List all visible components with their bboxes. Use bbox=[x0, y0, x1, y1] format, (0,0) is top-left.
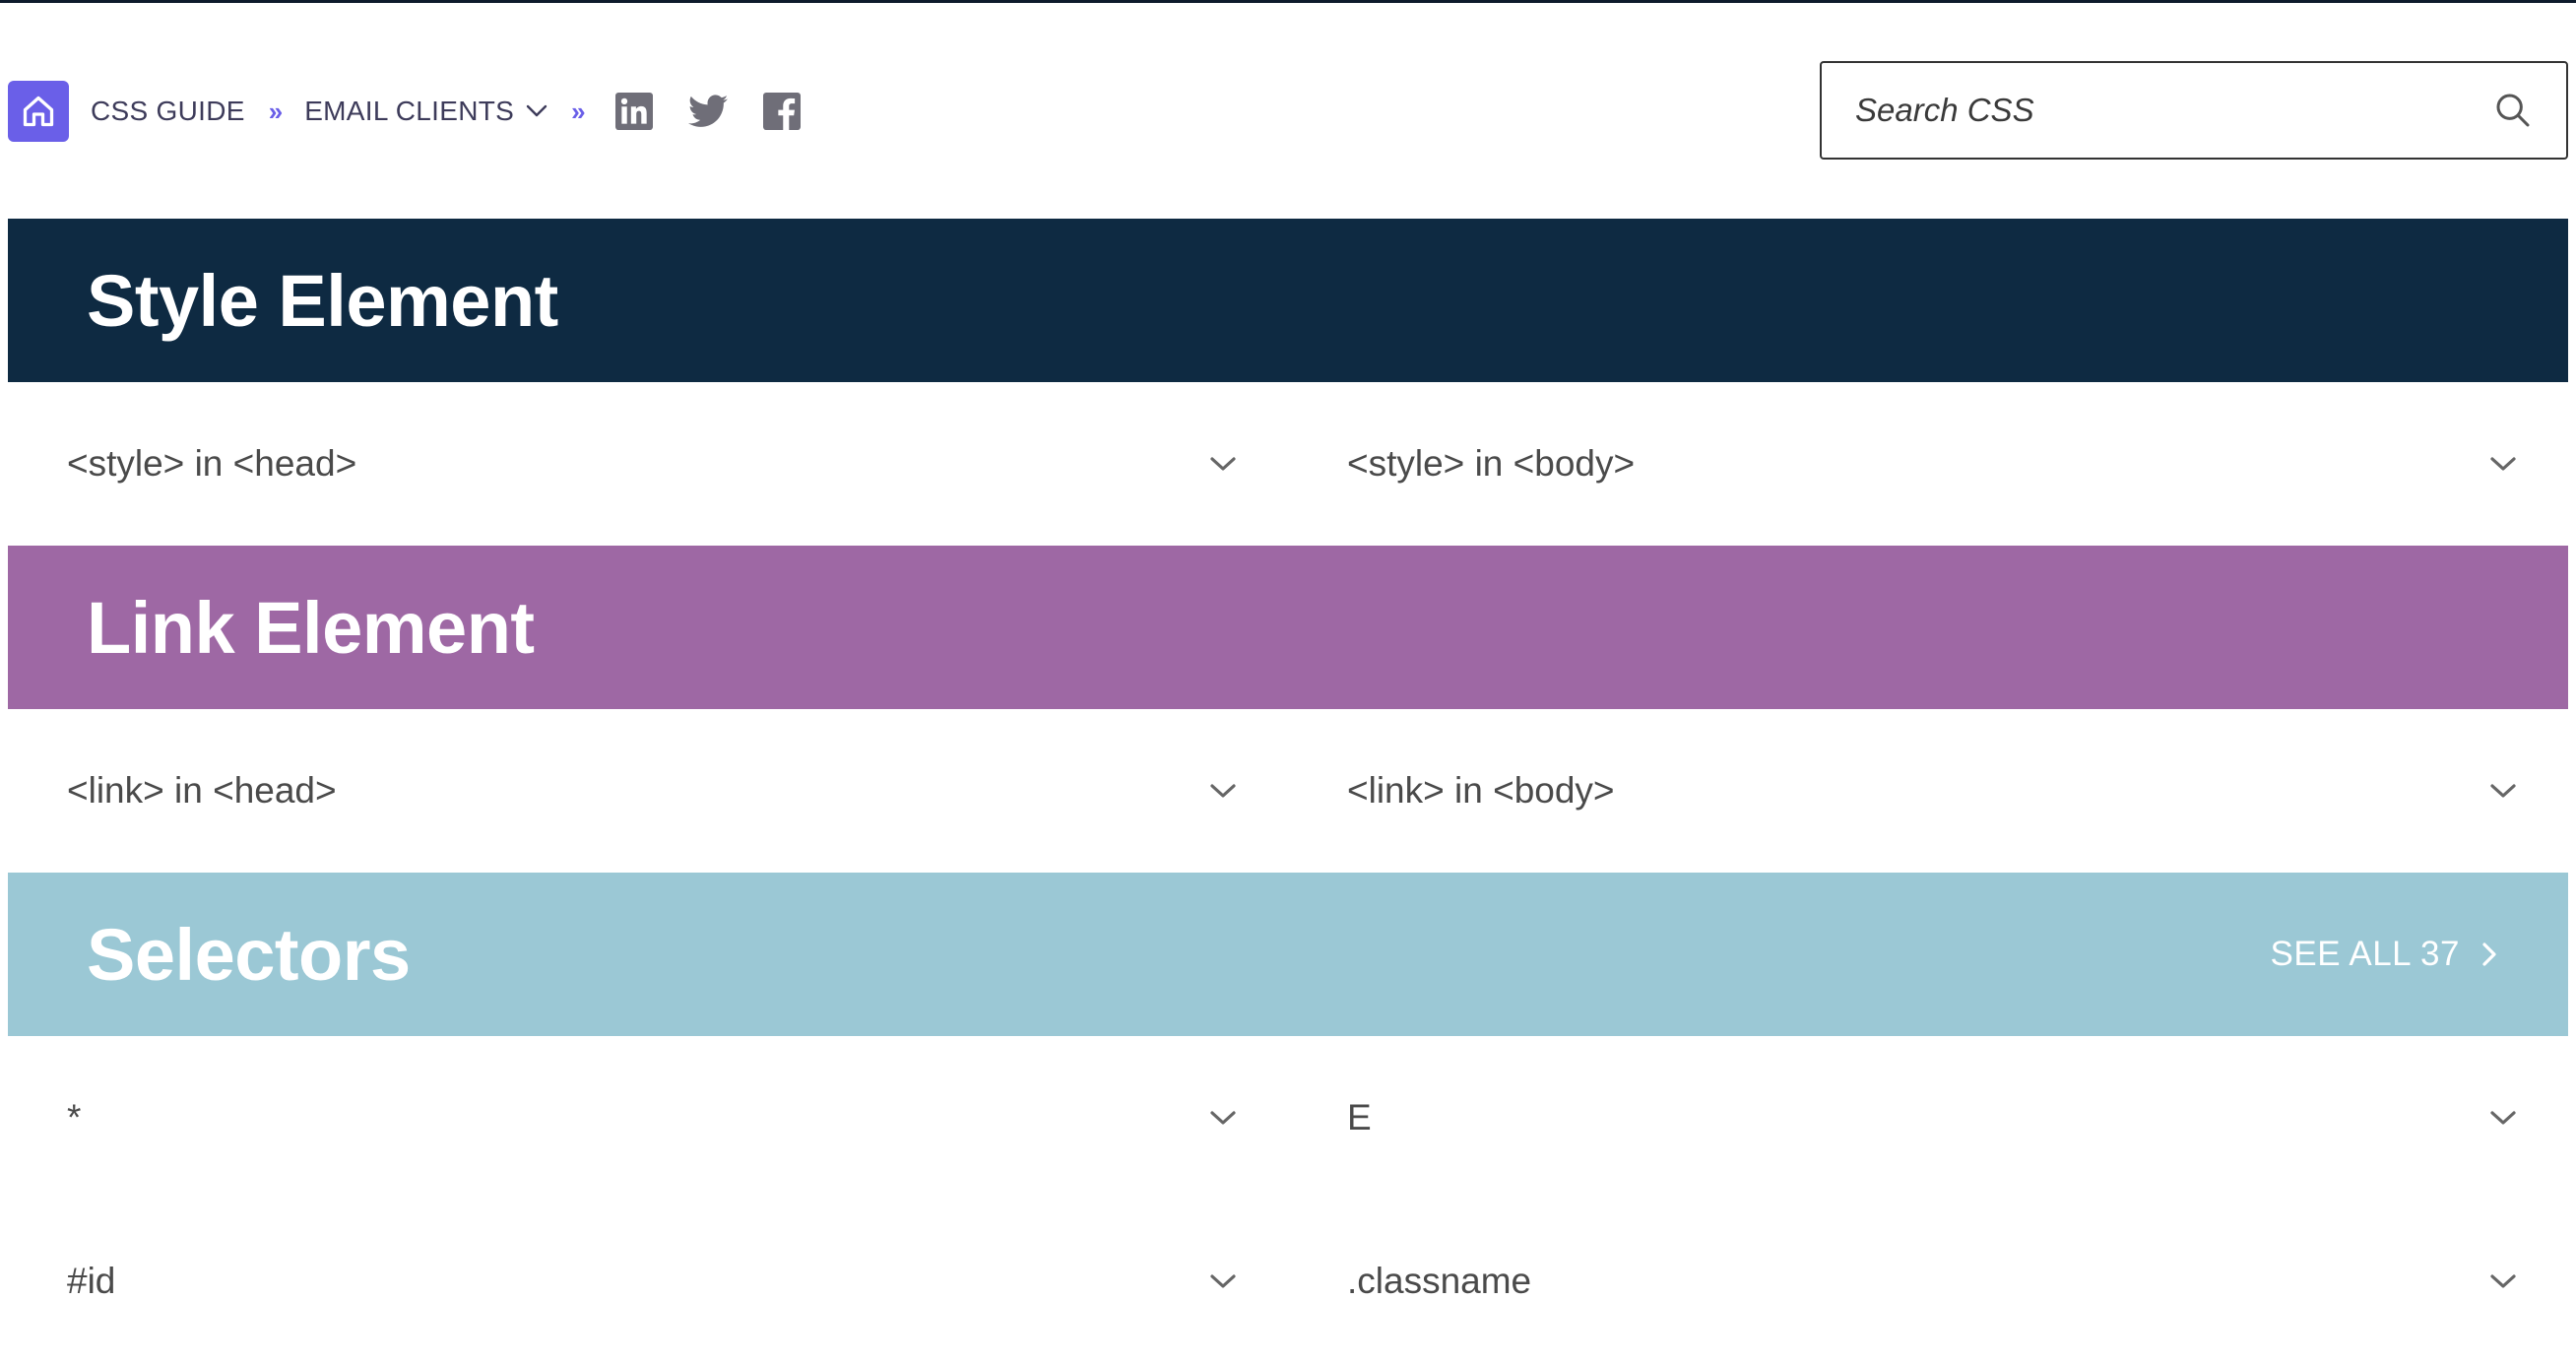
top-border bbox=[0, 0, 2576, 3]
item-label: E bbox=[1347, 1097, 1372, 1138]
chevron-down-icon bbox=[1210, 1274, 1236, 1288]
chevron-down-icon bbox=[2490, 457, 2516, 471]
chevron-down-icon bbox=[1210, 1111, 1236, 1125]
twitter-icon bbox=[687, 95, 728, 127]
list-item[interactable]: <link> in <head> bbox=[67, 709, 1239, 873]
section-title: Link Element bbox=[87, 586, 535, 669]
section-title: Style Element bbox=[87, 259, 558, 342]
list-item[interactable]: #id bbox=[67, 1200, 1239, 1363]
breadcrumb: CSS GUIDE » EMAIL CLIENTS » bbox=[8, 81, 801, 142]
home-icon bbox=[23, 96, 54, 127]
home-button[interactable] bbox=[8, 81, 69, 142]
list-item[interactable]: E bbox=[1347, 1036, 2519, 1200]
section-title: Selectors bbox=[87, 913, 411, 996]
breadcrumb-separator: » bbox=[571, 96, 586, 126]
email-clients-dropdown[interactable]: EMAIL CLIENTS bbox=[304, 96, 547, 127]
item-label: <link> in <head> bbox=[67, 770, 337, 811]
search-box bbox=[1820, 61, 2568, 160]
item-label: * bbox=[67, 1097, 82, 1138]
chevron-down-icon bbox=[2490, 1274, 2516, 1288]
item-label: <style> in <head> bbox=[67, 443, 357, 484]
list-item[interactable]: * bbox=[67, 1036, 1239, 1200]
see-all-link[interactable]: SEE ALL 37 bbox=[2271, 935, 2497, 974]
section-header-style-element: Style Element bbox=[8, 219, 2568, 382]
css-guide-link[interactable]: CSS GUIDE bbox=[91, 96, 245, 127]
item-label: <style> in <body> bbox=[1347, 443, 1636, 484]
item-label: <link> in <body> bbox=[1347, 770, 1615, 811]
list-item[interactable]: .classname bbox=[1347, 1200, 2519, 1363]
linkedin-icon bbox=[614, 93, 653, 130]
search-input[interactable] bbox=[1855, 92, 2493, 129]
facebook-icon bbox=[762, 93, 801, 130]
facebook-link[interactable] bbox=[762, 93, 801, 130]
list-item[interactable]: <style> in <body> bbox=[1347, 382, 2519, 546]
list-item[interactable]: <style> in <head> bbox=[67, 382, 1239, 546]
linkedin-link[interactable] bbox=[614, 93, 653, 130]
chevron-down-icon bbox=[2490, 784, 2516, 798]
section-header-link-element: Link Element bbox=[8, 546, 2568, 709]
item-label: .classname bbox=[1347, 1261, 1532, 1301]
email-clients-label: EMAIL CLIENTS bbox=[304, 96, 515, 126]
chevron-down-icon bbox=[1210, 784, 1236, 798]
search-icon[interactable] bbox=[2493, 91, 2533, 130]
page: CSS GUIDE » EMAIL CLIENTS » Search CSS S… bbox=[0, 0, 2576, 1365]
breadcrumb-separator: » bbox=[268, 96, 284, 126]
item-label: #id bbox=[67, 1261, 116, 1301]
chevron-down-icon bbox=[526, 104, 547, 117]
twitter-link[interactable] bbox=[687, 95, 728, 128]
chevron-down-icon bbox=[1210, 457, 1236, 471]
chevron-right-icon bbox=[2482, 942, 2496, 966]
section-header-selectors: Selectors SEE ALL 37 bbox=[8, 873, 2568, 1036]
chevron-down-icon bbox=[2490, 1111, 2516, 1125]
see-all-label: SEE ALL 37 bbox=[2270, 935, 2460, 973]
list-item[interactable]: <link> in <body> bbox=[1347, 709, 2519, 873]
